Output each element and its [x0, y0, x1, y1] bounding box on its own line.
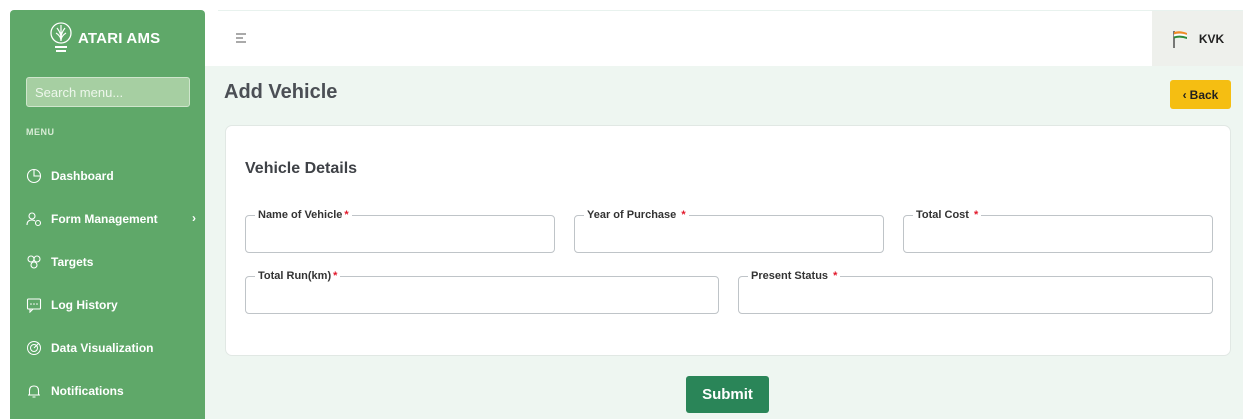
sidebar-item-dashboard[interactable]: Dashboard [26, 165, 196, 187]
chevron-right-icon: › [192, 211, 196, 225]
required-star: * [974, 209, 979, 221]
sidebar-item-label: Notifications [51, 384, 124, 398]
sidebar-item-notifications[interactable]: Notifications [26, 380, 196, 402]
total-cost-field[interactable]: Total Cost * [903, 208, 1213, 253]
top-bar: KVK [218, 10, 1243, 67]
sidebar-item-label: Data Visualization [51, 341, 154, 355]
back-button-label: Back [1189, 87, 1219, 102]
sidebar-item-targets[interactable]: Targets [26, 251, 196, 273]
vehicle-details-card: Vehicle Details Name of Vehicle * Year of… [225, 125, 1231, 356]
radar-icon [27, 341, 41, 355]
card-title: Vehicle Details [245, 160, 358, 177]
india-flag-icon [1173, 31, 1187, 48]
menu-section-label: MENU [26, 127, 55, 137]
total-run-field[interactable]: Total Run(km) * [245, 269, 719, 314]
users-settings-icon [26, 212, 42, 227]
sidebar-item-log-history[interactable]: Log History [26, 294, 196, 316]
field-label: Name of Vehicle * [255, 208, 352, 222]
back-button[interactable]: ‹ Back [1170, 80, 1231, 109]
chat-log-icon [26, 298, 42, 313]
required-star: * [681, 209, 686, 221]
required-star: * [833, 270, 838, 282]
brand-name: ATARI AMS [78, 29, 161, 47]
year-of-purchase-field[interactable]: Year of Purchase * [574, 208, 884, 253]
gear-cluster-icon [27, 255, 41, 269]
field-label: Year of Purchase * [584, 208, 689, 222]
required-star: * [344, 209, 349, 221]
sidebar-item-label: Form Management [51, 212, 158, 226]
main-content: Add Vehicle ‹ Back Vehicle Details Name … [205, 66, 1243, 419]
search-menu-input[interactable]: Search menu... [26, 77, 190, 107]
page-title: Add Vehicle [224, 81, 338, 103]
sidebar: ATARI AMS Search menu... MENU Dashboard … [10, 10, 205, 419]
name-of-vehicle-field[interactable]: Name of Vehicle * [245, 208, 555, 253]
sidebar-item-form-management[interactable]: Form Management › [26, 208, 196, 230]
user-menu[interactable]: KVK [1152, 11, 1243, 67]
chevron-left-icon: ‹ [1182, 87, 1187, 102]
sidebar-item-label: Targets [51, 255, 94, 269]
sidebar-item-label: Dashboard [51, 169, 114, 183]
brand[interactable]: ATARI AMS [10, 10, 205, 66]
field-label: Total Run(km) * [255, 269, 341, 283]
field-label: Total Cost * [913, 208, 982, 222]
field-label: Present Status * [748, 269, 841, 283]
bell-icon [28, 385, 40, 398]
sidebar-item-data-visualization[interactable]: Data Visualization [26, 337, 196, 359]
present-status-field[interactable]: Present Status * [738, 269, 1213, 314]
sidebar-item-label: Log History [51, 298, 118, 312]
submit-button[interactable]: Submit [686, 376, 769, 413]
menu-toggle-icon[interactable] [236, 32, 248, 44]
required-star: * [333, 270, 338, 282]
pie-chart-icon [26, 168, 42, 184]
user-label: KVK [1198, 32, 1225, 46]
icar-logo-icon [50, 22, 72, 52]
